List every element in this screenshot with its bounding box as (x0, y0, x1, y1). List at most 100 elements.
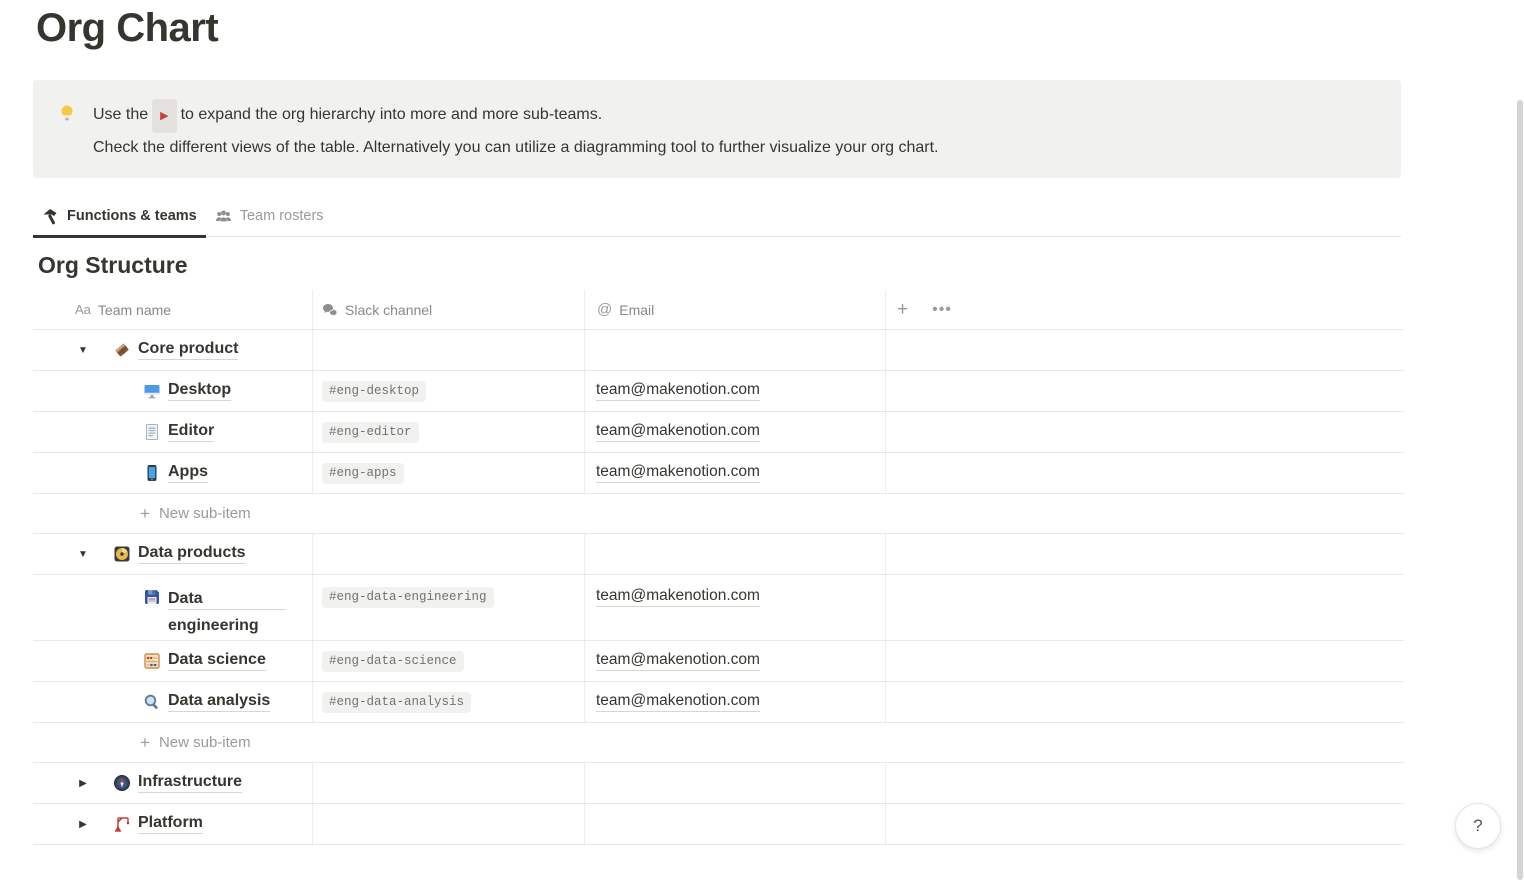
collapse-toggle-icon[interactable]: ▼ (76, 345, 90, 356)
slack-channel-cell[interactable]: #eng-data-engineering (313, 575, 585, 640)
table-more-button[interactable]: ••• (932, 302, 952, 318)
email-link[interactable]: team@makenotion.com (596, 463, 760, 483)
team-name-cell[interactable]: Data analysis (33, 682, 313, 722)
team-name-labelwrap: Desktop (168, 381, 231, 401)
table-row: Data analysis #eng-data-analysis team@make… (33, 682, 1404, 723)
desktop-computer-emoji (143, 382, 161, 400)
org-structure-table: Aa Team name Slack channel @ Email + •••… (33, 290, 1404, 845)
email-link[interactable]: team@makenotion.com (596, 422, 760, 442)
callout-text: Use the▶to expand the org hierarchy into… (93, 99, 938, 178)
email-cell[interactable]: team@makenotion.com (585, 641, 886, 681)
team-name-labelwrap: Platform (138, 814, 203, 834)
email-cell[interactable]: team@makenotion.com (585, 371, 886, 411)
team-name-labelwrap: Core product (138, 340, 238, 360)
tab-functions-and-teams[interactable]: Functions & teams (33, 196, 206, 237)
view-tabs: Functions & teams Team rosters (33, 196, 1401, 237)
team-name-link[interactable]: Apps (168, 463, 208, 483)
compass-emoji (113, 774, 131, 792)
empty-cell (886, 453, 1404, 493)
column-header-email[interactable]: @ Email (585, 290, 886, 329)
team-name-link[interactable]: Data science (168, 651, 266, 671)
construction-crane-emoji (113, 815, 131, 833)
scrollbar-thumb[interactable] (1517, 100, 1523, 880)
empty-cell (886, 682, 1404, 722)
team-name-link[interactable]: Editor (168, 422, 214, 442)
email-cell[interactable]: team@makenotion.com (585, 412, 886, 452)
new-sub-item-row[interactable]: +New sub-item (33, 723, 1404, 762)
team-name-labelwrap: Data products (138, 544, 246, 564)
slack-channel-cell[interactable]: #eng-data-science (313, 641, 585, 681)
email-link[interactable]: team@makenotion.com (596, 587, 760, 607)
slack-channel-cell[interactable]: #eng-apps (313, 453, 585, 493)
tab-team-rosters[interactable]: Team rosters (206, 196, 333, 237)
slack-channel-chip: #eng-apps (322, 463, 404, 484)
speech-bubbles-icon (322, 302, 338, 318)
email-cell[interactable] (585, 534, 886, 574)
team-name-cell[interactable]: ▶ Infrastructure (33, 763, 313, 803)
team-name-cell[interactable]: Apps (33, 453, 313, 493)
team-name-cell[interactable]: Data engineering (33, 575, 313, 640)
slack-channel-cell[interactable]: #eng-desktop (313, 371, 585, 411)
table-row: Desktop #eng-desktop team@makenotion.com (33, 371, 1404, 412)
light-bulb-icon (57, 103, 77, 123)
table-row: Editor #eng-editor team@makenotion.com (33, 412, 1404, 453)
slack-channel-chip: #eng-editor (322, 422, 419, 443)
team-name-link[interactable]: Desktop (168, 381, 231, 401)
slack-channel-cell[interactable]: #eng-data-analysis (313, 682, 585, 722)
plus-icon: + (140, 504, 150, 524)
expand-toggle-icon[interactable]: ▶ (76, 819, 90, 830)
computer-disk-emoji (113, 545, 131, 563)
empty-cell (886, 641, 1404, 681)
document-emoji (143, 423, 161, 441)
slack-channel-cell[interactable] (313, 763, 585, 803)
expand-toggle-icon[interactable]: ▶ (76, 778, 90, 789)
email-cell[interactable]: team@makenotion.com (585, 453, 886, 493)
team-name-cell[interactable]: Desktop (33, 371, 313, 411)
new-sub-item-label: New sub-item (159, 505, 251, 522)
add-column-button[interactable]: + (897, 300, 908, 319)
new-sub-item-label: New sub-item (159, 734, 251, 751)
slack-channel-cell[interactable] (313, 330, 585, 370)
database-title: Org Structure (38, 252, 188, 279)
table-row: +New sub-item (33, 723, 1404, 763)
team-name-cell[interactable]: Editor (33, 412, 313, 452)
email-cell[interactable] (585, 763, 886, 803)
email-link[interactable]: team@makenotion.com (596, 651, 760, 671)
chocolate-bar-emoji (113, 341, 131, 359)
table-row: ▶ Platform (33, 804, 1404, 845)
email-cell[interactable]: team@makenotion.com (585, 575, 886, 640)
table-row: + New sub-item (33, 494, 1404, 534)
email-link[interactable]: team@makenotion.com (596, 692, 760, 712)
empty-cell (886, 763, 1404, 803)
table-row: Data engineering #eng-data-engineering tea… (33, 575, 1404, 641)
empty-cell (886, 412, 1404, 452)
team-name-link[interactable]: Platform (138, 814, 203, 834)
team-name-link[interactable]: Data products (138, 544, 246, 564)
email-cell[interactable] (585, 804, 886, 844)
at-sign-icon: @ (597, 301, 612, 318)
slack-channel-cell[interactable] (313, 534, 585, 574)
column-header-slack-channel[interactable]: Slack channel (313, 290, 585, 329)
team-name-cell[interactable]: ▼ Data products (33, 534, 313, 574)
table-row: ▼ Data products (33, 534, 1404, 575)
empty-cell (886, 575, 1404, 640)
help-button[interactable]: ? (1455, 803, 1501, 849)
callout-line2: Check the different views of the table. … (93, 139, 938, 156)
team-name-link[interactable]: Data analysis (168, 692, 270, 712)
team-name-cell[interactable]: Data science (33, 641, 313, 681)
email-cell[interactable] (585, 330, 886, 370)
column-header-team-name[interactable]: Aa Team name (33, 290, 313, 329)
team-name-link[interactable]: Core product (138, 340, 238, 360)
new-sub-item-row[interactable]: + New sub-item (33, 494, 1404, 533)
slack-channel-cell[interactable] (313, 804, 585, 844)
email-link[interactable]: team@makenotion.com (596, 381, 760, 401)
email-cell[interactable]: team@makenotion.com (585, 682, 886, 722)
team-name-cell[interactable]: ▶ Platform (33, 804, 313, 844)
team-name-link[interactable]: Data engineering (168, 585, 286, 640)
team-name-labelwrap: Data analysis (168, 692, 270, 712)
red-play-triangle-icon: ▶ (152, 99, 176, 133)
slack-channel-cell[interactable]: #eng-editor (313, 412, 585, 452)
team-name-cell[interactable]: ▼ Core product (33, 330, 313, 370)
collapse-toggle-icon[interactable]: ▼ (76, 549, 90, 560)
team-name-link[interactable]: Infrastructure (138, 773, 242, 793)
